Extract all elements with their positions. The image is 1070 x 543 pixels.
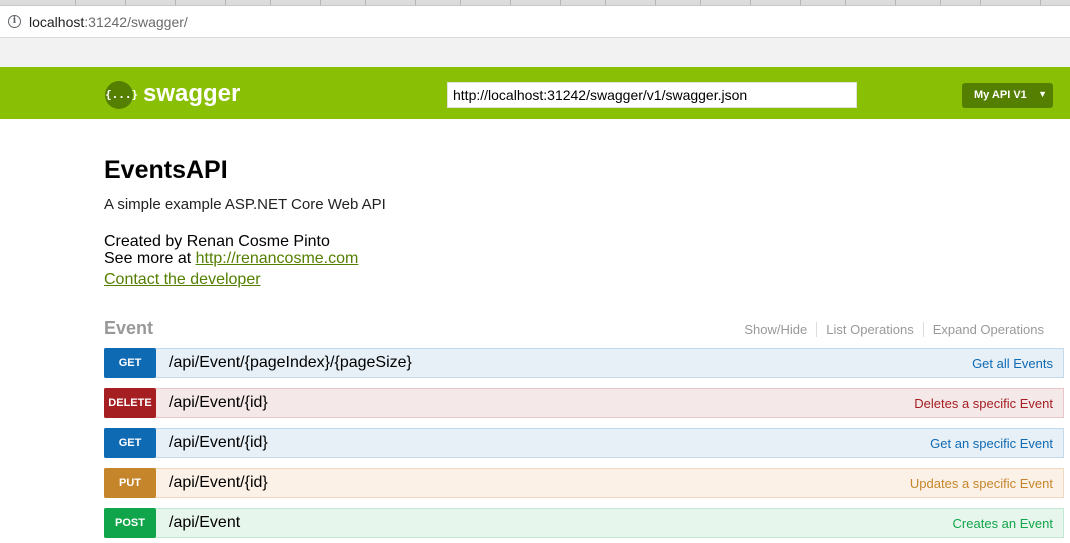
operation-path[interactable]: /api/Event/{id} (169, 474, 268, 492)
url-path: :31242/swagger/ (84, 14, 188, 30)
operation-row[interactable]: DELETE /api/Event/{id} Deletes a specifi… (104, 388, 1064, 418)
api-see-more: See more at http://renancosme.com (104, 250, 358, 268)
method-badge[interactable]: GET (104, 428, 156, 458)
chevron-down-icon: ▼ (1038, 89, 1047, 99)
list-operations-link[interactable]: List Operations (816, 322, 922, 337)
operation-path[interactable]: /api/Event/{id} (169, 394, 268, 412)
url-host: localhost (29, 14, 85, 30)
see-more-prefix: See more at (104, 250, 196, 267)
swagger-title[interactable]: swagger (143, 80, 240, 108)
operation-path[interactable]: /api/Event (169, 514, 240, 532)
contact-developer-link[interactable]: Contact the developer (104, 271, 261, 289)
method-badge[interactable]: PUT (104, 468, 156, 498)
api-created-by: Created by Renan Cosme Pinto (104, 233, 330, 250)
browser-toolbar-gap (0, 38, 1070, 67)
swagger-logo-icon[interactable]: {...} (105, 81, 138, 109)
operation-summary[interactable]: Get all Events (972, 356, 1053, 371)
method-badge[interactable]: POST (104, 508, 156, 538)
resource-name[interactable]: Event (104, 318, 153, 339)
website-link[interactable]: http://renancosme.com (196, 250, 359, 267)
operation-summary[interactable]: Get an specific Event (930, 436, 1053, 451)
site-info-icon[interactable]: i (8, 15, 21, 28)
show-hide-link[interactable]: Show/Hide (735, 322, 816, 337)
method-badge[interactable]: DELETE (104, 388, 156, 418)
address-url[interactable]: localhost:31242/swagger/ (29, 14, 188, 30)
api-description: A simple example ASP.NET Core Web API (104, 196, 386, 213)
operation-row[interactable]: GET /api/Event/{id} Get an specific Even… (104, 428, 1064, 458)
operation-summary[interactable]: Deletes a specific Event (914, 396, 1053, 411)
expand-operations-link[interactable]: Expand Operations (922, 322, 1053, 337)
operation-row[interactable]: POST /api/Event Creates an Event (104, 508, 1064, 538)
api-title: EventsAPI (104, 156, 228, 184)
spec-select[interactable]: My API V1 ▼ (962, 83, 1053, 108)
method-badge[interactable]: GET (104, 348, 156, 378)
operation-summary[interactable]: Creates an Event (953, 516, 1053, 531)
operation-row[interactable]: PUT /api/Event/{id} Updates a specific E… (104, 468, 1064, 498)
resource-options: Show/Hide List Operations Expand Operati… (735, 322, 1053, 337)
operation-row[interactable]: GET /api/Event/{pageIndex}/{pageSize} Ge… (104, 348, 1064, 378)
operation-path[interactable]: /api/Event/{pageIndex}/{pageSize} (169, 354, 412, 372)
spec-select-label: My API V1 (974, 89, 1027, 101)
operation-summary[interactable]: Updates a specific Event (910, 476, 1053, 491)
spec-url-input[interactable] (447, 82, 857, 108)
address-bar[interactable]: i localhost:31242/swagger/ (0, 6, 1070, 38)
operation-path[interactable]: /api/Event/{id} (169, 434, 268, 452)
